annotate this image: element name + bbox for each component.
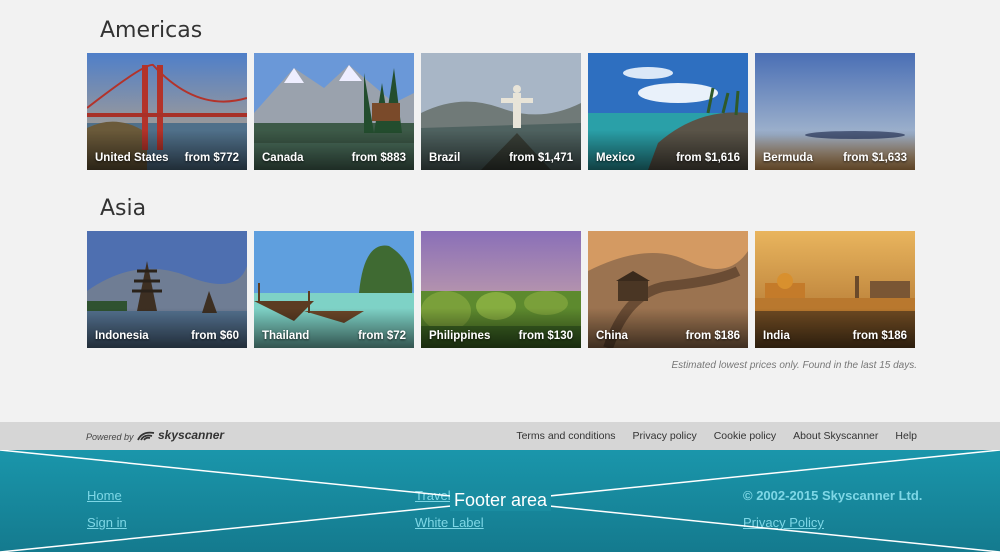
destination-price: from $60 (191, 330, 239, 342)
destination-card-mexico[interactable]: Mexico from $1,616 (588, 53, 748, 170)
destination-name: China (596, 330, 628, 342)
destination-price: from $772 (184, 152, 239, 164)
powered-by-bar: Powered by skyscanner Terms and conditio… (0, 422, 1000, 450)
destination-card-china[interactable]: China from $186 (588, 231, 748, 348)
destination-price: from $72 (358, 330, 406, 342)
destination-row-americas: United States from $772 Canada from $883… (87, 53, 915, 170)
terms-link[interactable]: Terms and conditions (516, 430, 615, 442)
destination-name: Philippines (429, 330, 491, 342)
cookie-link[interactable]: Cookie policy (714, 430, 776, 442)
skyscanner-logo[interactable]: skyscanner (137, 428, 224, 442)
destination-price: from $1,471 (509, 152, 573, 164)
section-title-americas: Americas (100, 18, 203, 43)
skyscanner-logo-icon (137, 431, 155, 441)
destination-row-asia: Indonesia from $60 Thailand from $72 Phi… (87, 231, 915, 348)
destination-card-bermuda[interactable]: Bermuda from $1,633 (755, 53, 915, 170)
destination-card-indonesia[interactable]: Indonesia from $60 (87, 231, 247, 348)
footer-area-label: Footer area (450, 490, 552, 511)
help-link[interactable]: Help (895, 430, 917, 442)
destination-name: Brazil (429, 152, 461, 164)
destination-card-philippines[interactable]: Philippines from $130 (421, 231, 581, 348)
destination-name: Mexico (596, 152, 635, 164)
destination-card-united-states[interactable]: United States from $772 (87, 53, 247, 170)
destination-price: from $186 (852, 330, 907, 342)
destination-price: from $1,633 (843, 152, 907, 164)
destination-name: Canada (262, 152, 304, 164)
skyscanner-logo-text: skyscanner (158, 428, 225, 442)
price-disclaimer: Estimated lowest prices only. Found in t… (671, 360, 918, 371)
section-title-asia: Asia (100, 196, 147, 221)
destination-price: from $1,616 (676, 152, 740, 164)
about-link[interactable]: About Skyscanner (793, 430, 878, 442)
destination-name: United States (95, 152, 169, 164)
destination-name: Thailand (262, 330, 310, 342)
privacy-link[interactable]: Privacy policy (633, 430, 697, 442)
footer-area: Home Sign in Travel Tips White Label © 2… (0, 450, 1000, 552)
destination-price: from $130 (518, 330, 573, 342)
destination-price: from $186 (685, 330, 740, 342)
destination-card-india[interactable]: India from $186 (755, 231, 915, 348)
destination-price: from $883 (351, 152, 406, 164)
destination-name: Indonesia (95, 330, 149, 342)
destination-card-brazil[interactable]: Brazil from $1,471 (421, 53, 581, 170)
destination-card-thailand[interactable]: Thailand from $72 (254, 231, 414, 348)
destination-name: Bermuda (763, 152, 813, 164)
legal-links: Terms and conditions Privacy policy Cook… (516, 430, 917, 442)
destination-card-canada[interactable]: Canada from $883 (254, 53, 414, 170)
powered-by-label: Powered by (86, 432, 134, 442)
destination-name: India (763, 330, 790, 342)
